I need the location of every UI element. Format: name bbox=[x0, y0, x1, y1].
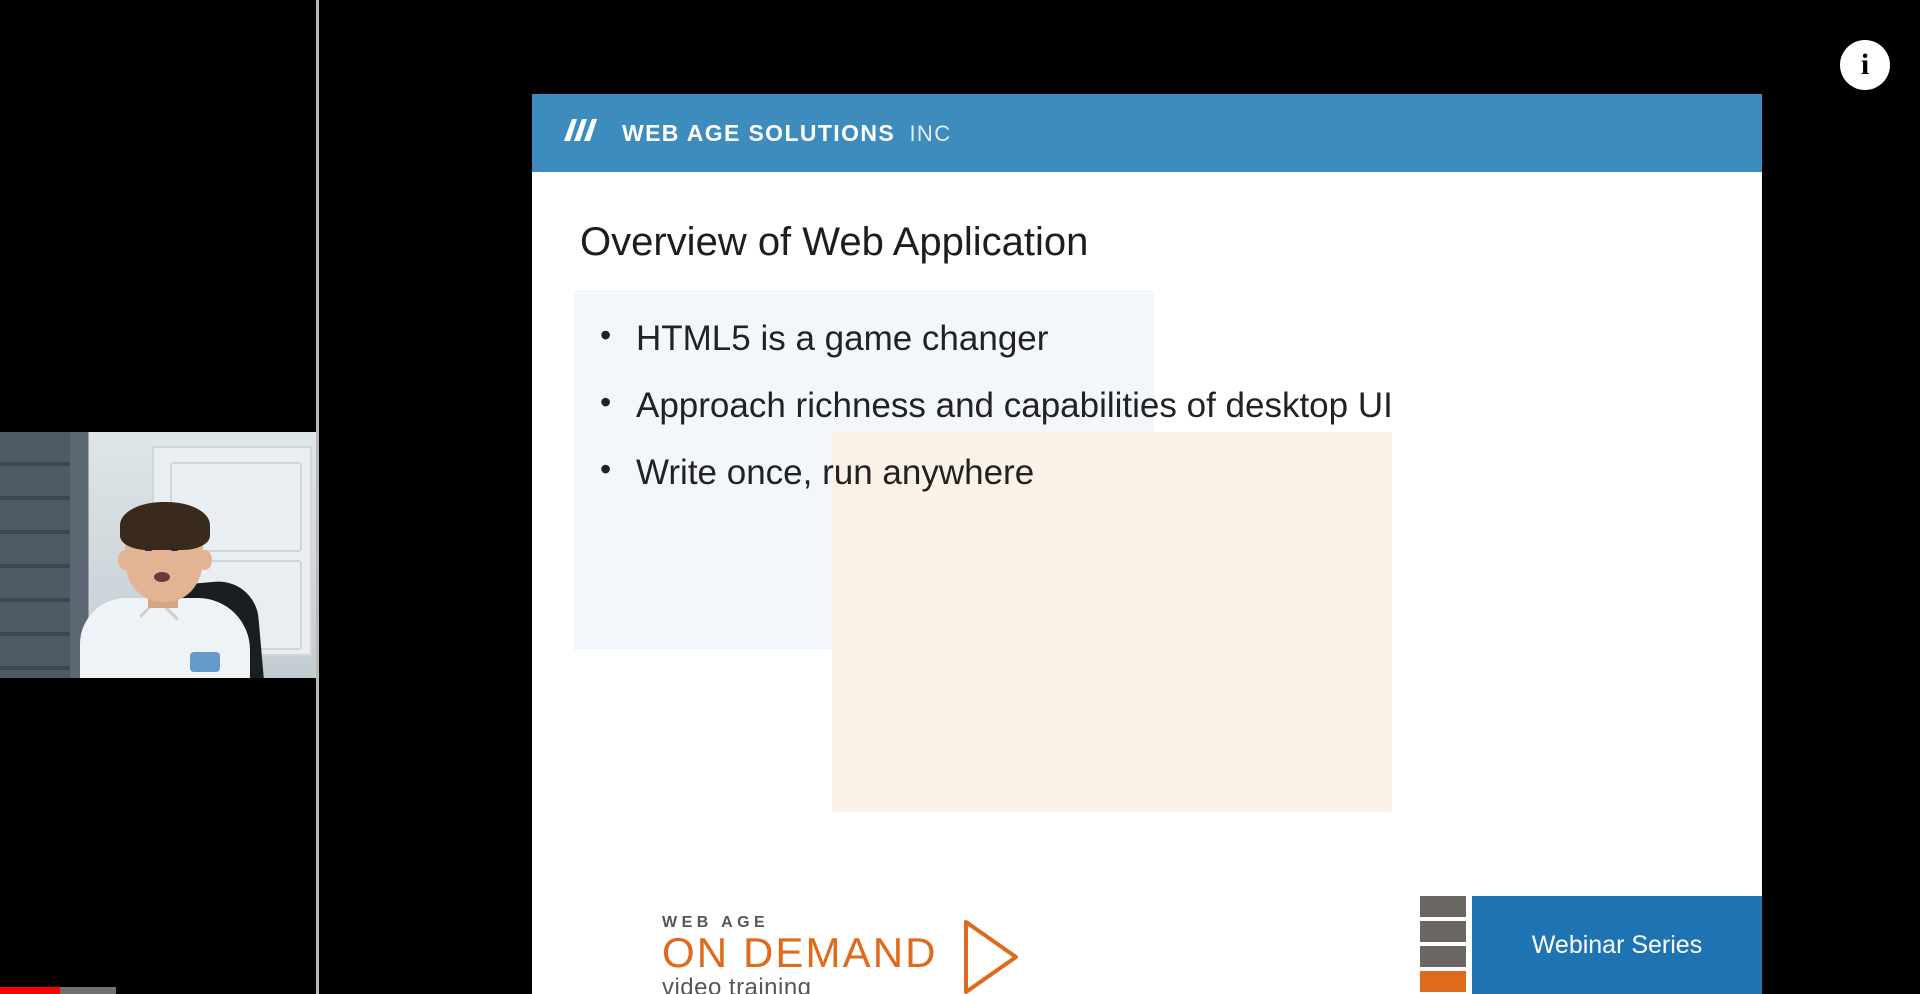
brand-main: WEB AGE SOLUTIONS bbox=[622, 120, 895, 146]
webinar-series-badge: Webinar Series bbox=[1472, 896, 1762, 994]
brand-logo-icon bbox=[558, 111, 602, 155]
slide-bullet: HTML5 is a game changer bbox=[636, 305, 1714, 372]
presenter-webcam bbox=[0, 432, 316, 678]
slide-bullet: Approach richness and capabilities of de… bbox=[636, 372, 1714, 439]
presentation-slide: WEB AGE SOLUTIONS INC Overview of Web Ap… bbox=[532, 94, 1762, 994]
slide-bullet-list: HTML5 is a game changer Approach richnes… bbox=[580, 305, 1714, 507]
play-outline-icon bbox=[962, 918, 1022, 994]
brand-suffix: INC bbox=[909, 121, 951, 146]
slide-brand-header: WEB AGE SOLUTIONS INC bbox=[532, 94, 1762, 172]
decorative-bars-icon bbox=[1420, 896, 1466, 994]
info-icon: i bbox=[1861, 48, 1869, 82]
brand-text: WEB AGE SOLUTIONS INC bbox=[622, 120, 951, 147]
video-player-stage[interactable]: WEB AGE SOLUTIONS INC Overview of Web Ap… bbox=[0, 0, 1920, 994]
slide-bullet: Write once, run anywhere bbox=[636, 439, 1714, 506]
ondemand-title: ON DEMAND bbox=[662, 932, 938, 974]
progress-buffered bbox=[60, 987, 116, 994]
webinar-series-label: Webinar Series bbox=[1472, 896, 1762, 994]
progress-played bbox=[0, 987, 60, 994]
slide-title: Overview of Web Application bbox=[580, 220, 1714, 265]
video-progress-bar[interactable] bbox=[0, 987, 1920, 994]
on-demand-mark: WEB AGE ON DEMAND video training bbox=[662, 914, 938, 994]
info-card-button[interactable]: i bbox=[1840, 40, 1890, 90]
pane-divider bbox=[316, 0, 319, 994]
